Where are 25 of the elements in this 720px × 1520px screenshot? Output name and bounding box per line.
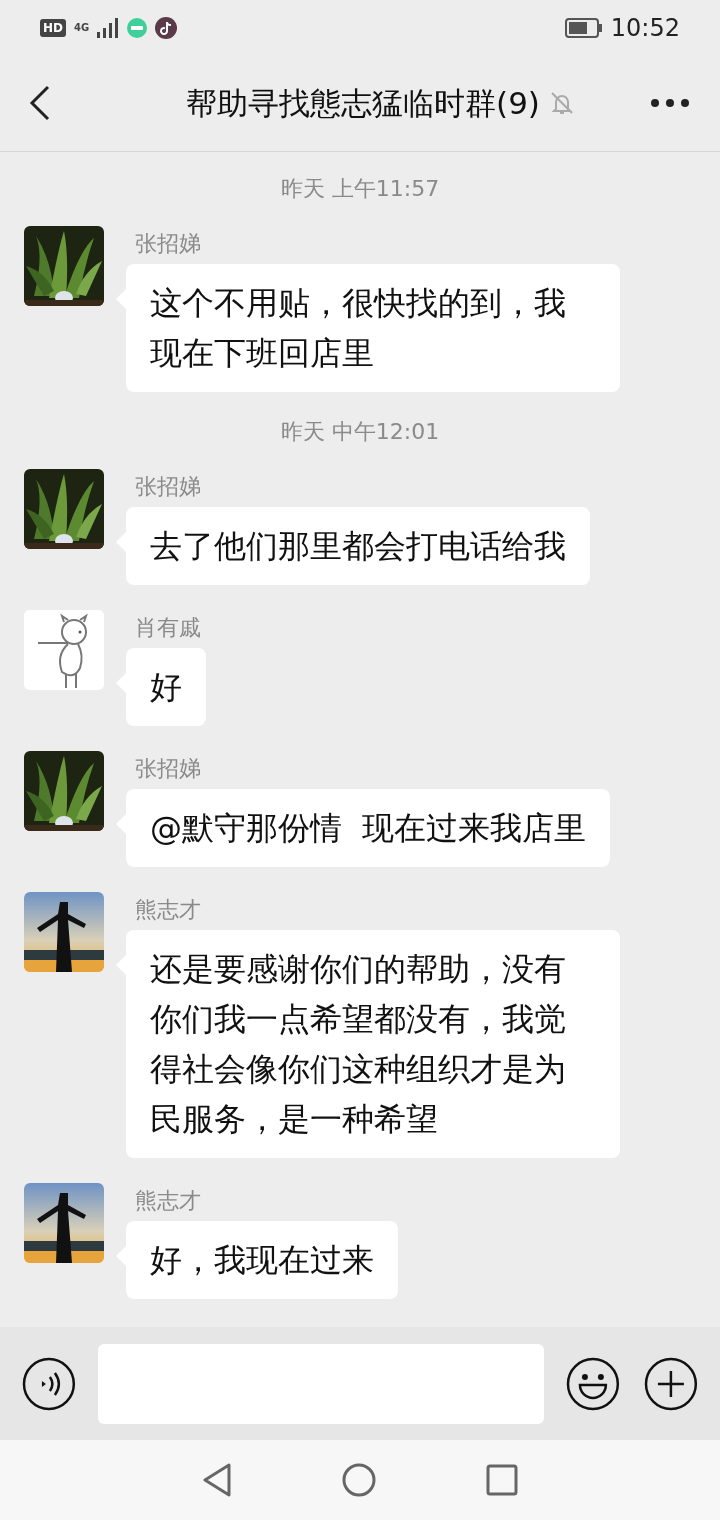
sender-name: 张招娣 — [135, 230, 201, 258]
message-input[interactable] — [97, 1343, 545, 1424]
back-icon[interactable] — [28, 85, 52, 121]
back-nav-icon[interactable] — [202, 1463, 232, 1497]
sender-name: 张招娣 — [135, 755, 201, 783]
more-icon[interactable] — [650, 98, 690, 108]
plus-icon[interactable] — [644, 1356, 698, 1411]
sender-name: 熊志才 — [135, 1187, 201, 1215]
recents-nav-icon[interactable] — [486, 1464, 518, 1496]
emoji-icon[interactable] — [566, 1356, 621, 1411]
signal-icon — [97, 17, 120, 38]
sender-name: 张招娣 — [135, 473, 201, 501]
sender-name: 肖有戚 — [135, 614, 201, 642]
home-nav-icon[interactable] — [342, 1463, 376, 1497]
voice-icon[interactable] — [22, 1356, 76, 1411]
clock: 10:52 — [610, 12, 680, 44]
sender-name: 熊志才 — [135, 896, 201, 924]
battery-icon — [564, 17, 603, 38]
network-type: 4G — [74, 22, 90, 33]
timestamp: 昨天 中午12:01 — [280, 419, 440, 444]
network-badge: HD — [40, 18, 66, 37]
chat-title: 帮助寻找態志猛临时群(9) — [186, 83, 540, 123]
app-icon — [127, 17, 148, 38]
music-note-icon — [155, 16, 178, 39]
timestamp: 昨天 上午11:57 — [280, 176, 440, 201]
